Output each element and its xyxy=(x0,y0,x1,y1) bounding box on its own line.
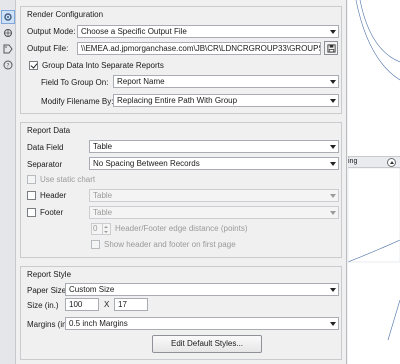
chevron-down-icon xyxy=(330,145,336,149)
chevron-down-icon xyxy=(330,194,336,198)
footer-checkbox[interactable] xyxy=(27,208,36,217)
size-label: Size (in.) xyxy=(27,301,59,310)
size-height-value: 17 xyxy=(118,300,127,309)
static-chart-label: Use static chart xyxy=(40,175,96,184)
field-group-value: Report Name xyxy=(117,77,165,86)
workflow-canvas[interactable]: ing xyxy=(348,0,400,364)
side-toolbar: ? xyxy=(0,0,16,364)
group-data-label: Group Data Into Separate Reports xyxy=(42,61,164,70)
footer-value: Table xyxy=(93,208,113,217)
size-width-value: 100 xyxy=(69,300,83,309)
footer-label: Footer xyxy=(40,208,64,217)
canvas-connectors xyxy=(348,0,400,341)
save-file-button[interactable] xyxy=(324,41,338,55)
footer-dropdown[interactable]: Table xyxy=(89,206,339,219)
edge-distance-label: Header/Footer edge distance (points) xyxy=(115,224,248,233)
modify-filename-label: Modify Filename By: xyxy=(41,97,114,106)
data-field-value: Table xyxy=(93,142,113,151)
size-height-input[interactable]: 17 xyxy=(114,298,148,311)
results-header-label: ing xyxy=(348,158,358,165)
chevron-down-icon xyxy=(330,288,336,292)
show-header-first-checkbox[interactable] xyxy=(91,240,100,249)
help-icon[interactable]: ? xyxy=(1,58,15,72)
chevron-down-icon xyxy=(330,99,336,103)
size-width-input[interactable]: 100 xyxy=(65,298,99,311)
output-file-value: \\EMEA.ad.jpmorganchase.com\JB\CR\LDNCRG… xyxy=(81,44,321,53)
edit-default-styles-button[interactable]: Edit Default Styles... xyxy=(152,335,262,353)
report-style-group: Report Style Paper Size Custom Size Size… xyxy=(20,266,342,360)
tag-icon[interactable] xyxy=(1,42,15,56)
group-data-checkbox[interactable] xyxy=(29,61,38,70)
separator-dropdown[interactable]: No Spacing Between Records xyxy=(89,157,339,170)
modify-filename-value: Replacing Entire Path With Group xyxy=(117,96,238,105)
floppy-icon xyxy=(326,43,336,53)
show-header-first-label: Show header and footer on first page xyxy=(104,240,236,249)
separator-value: No Spacing Between Records xyxy=(93,159,200,168)
render-configuration-group: Render Configuration Output Mode: Choose… xyxy=(20,6,342,114)
group-title: Render Configuration xyxy=(27,10,104,19)
static-chart-checkbox[interactable] xyxy=(27,175,36,184)
output-file-input[interactable]: \\EMEA.ad.jpmorganchase.com\JB\CR\LDNCRG… xyxy=(77,42,321,55)
margins-value: 0.5 inch Margins xyxy=(69,319,128,328)
size-x-label: X xyxy=(104,300,110,309)
chevron-down-icon xyxy=(330,80,336,84)
output-mode-value: Choose a Specific Output File xyxy=(81,27,187,36)
header-value: Table xyxy=(93,191,113,200)
report-data-group: Report Data Data Field Table Separator N… xyxy=(20,122,342,258)
group-title: Report Style xyxy=(27,270,72,279)
data-field-dropdown[interactable]: Table xyxy=(89,140,339,153)
group-title: Report Data xyxy=(27,126,71,135)
edge-distance-stepper[interactable]: 0 xyxy=(91,223,111,235)
chevron-down-icon xyxy=(330,162,336,166)
paper-size-label: Paper Size xyxy=(27,286,67,295)
header-checkbox[interactable] xyxy=(27,191,36,200)
chevron-down-icon xyxy=(330,30,336,34)
paper-size-value: Custom Size xyxy=(69,285,115,294)
svg-text:?: ? xyxy=(6,63,9,70)
output-file-label: Output File: xyxy=(27,44,69,53)
header-dropdown[interactable]: Table xyxy=(89,189,339,202)
output-mode-label: Output Mode: xyxy=(27,27,76,36)
field-group-dropdown[interactable]: Report Name xyxy=(113,75,339,88)
gear-icon[interactable] xyxy=(1,10,15,24)
field-group-label: Field To Group On: xyxy=(41,78,109,87)
data-field-label: Data Field xyxy=(27,143,64,152)
configuration-panel: Render Configuration Output Mode: Choose… xyxy=(17,0,347,364)
results-header: ing xyxy=(348,156,400,168)
stepper-arrows-icon[interactable] xyxy=(102,224,109,235)
collapse-icon[interactable] xyxy=(387,158,396,167)
chevron-down-icon xyxy=(330,211,336,215)
modify-filename-dropdown[interactable]: Replacing Entire Path With Group xyxy=(113,94,339,107)
chevron-down-icon xyxy=(330,322,336,326)
header-label: Header xyxy=(40,191,67,200)
edge-distance-value: 0 xyxy=(93,224,98,233)
paper-size-dropdown[interactable]: Custom Size xyxy=(65,283,339,296)
margins-dropdown[interactable]: 0.5 inch Margins xyxy=(65,317,339,330)
output-mode-dropdown[interactable]: Choose a Specific Output File xyxy=(77,25,339,38)
target-icon[interactable] xyxy=(1,26,15,40)
separator-label: Separator xyxy=(27,160,63,169)
